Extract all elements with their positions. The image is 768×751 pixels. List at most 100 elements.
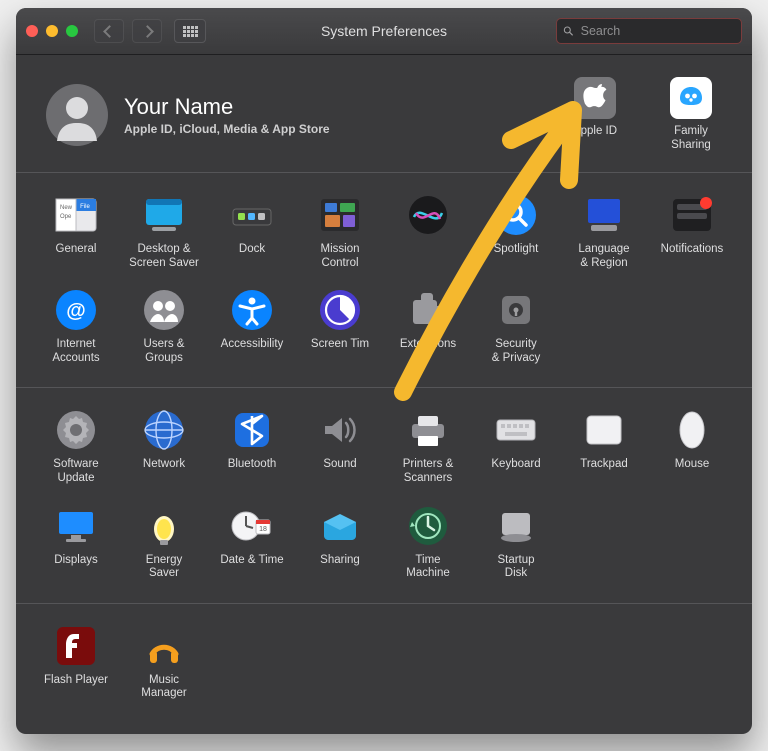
- pref-label: Mouse: [675, 458, 710, 484]
- pref-language[interactable]: Language & Region: [560, 191, 648, 276]
- pref-mission[interactable]: Mission Control: [296, 191, 384, 276]
- printers-scanners-icon: [406, 408, 450, 452]
- window-controls: [26, 25, 78, 37]
- pref-label: Displays: [54, 554, 97, 580]
- close-button[interactable]: [26, 25, 38, 37]
- pref-datetime[interactable]: 18 Date & Time: [208, 502, 296, 587]
- pref-printers[interactable]: Printers & Scanners: [384, 406, 472, 491]
- pref-label: General: [56, 243, 97, 269]
- pref-desktop[interactable]: Desktop & Screen Saver: [120, 191, 208, 276]
- pref-keyboard[interactable]: Keyboard: [472, 406, 560, 491]
- pref-label: Security & Privacy: [492, 338, 541, 365]
- pref-label: Sharing: [320, 554, 360, 580]
- apple-id-label: Apple ID: [560, 125, 630, 139]
- pref-network[interactable]: Network: [120, 406, 208, 491]
- siri-icon: [406, 193, 450, 237]
- pref-users[interactable]: Users & Groups: [120, 286, 208, 371]
- pref-label: Keyboard: [491, 458, 540, 484]
- search-icon: [563, 25, 574, 37]
- time-machine-icon: [406, 504, 450, 548]
- back-button[interactable]: [94, 19, 124, 43]
- pref-section: FileNewOpeGeneralDesktop & Screen SaverD…: [16, 172, 752, 387]
- account-text: Your Name Apple ID, iCloud, Media & App …: [124, 94, 330, 136]
- pref-label: Date & Time: [220, 554, 283, 580]
- apple-id-item[interactable]: Apple ID: [560, 77, 630, 139]
- svg-text:18: 18: [259, 526, 267, 533]
- pref-pane-grid: FileNewOpeGeneralDesktop & Screen SaverD…: [16, 172, 752, 723]
- zoom-button[interactable]: [66, 25, 78, 37]
- pref-section: Flash Player Music Manager: [16, 603, 752, 723]
- security-privacy-icon: [494, 288, 538, 332]
- internet-accounts-icon: @: [54, 288, 98, 332]
- pref-displays[interactable]: Displays: [32, 502, 120, 587]
- family-sharing-item[interactable]: Family Sharing: [656, 77, 726, 152]
- pref-label: Language & Region: [578, 243, 629, 270]
- pref-flash[interactable]: Flash Player: [32, 622, 120, 707]
- spotlight-icon: [494, 193, 538, 237]
- pref-label: Startup Disk: [497, 554, 534, 581]
- date-time-icon: 18: [230, 504, 274, 548]
- pref-bluetooth[interactable]: Bluetooth: [208, 406, 296, 491]
- show-all-button[interactable]: [174, 19, 206, 43]
- sound-icon: [318, 408, 362, 452]
- music-manager-icon: [142, 624, 186, 668]
- pref-mouse[interactable]: Mouse: [648, 406, 736, 491]
- pref-dock[interactable]: Dock: [208, 191, 296, 276]
- notifications-icon: [670, 193, 714, 237]
- pref-label: Users & Groups: [144, 338, 185, 365]
- titlebar: System Preferences: [16, 8, 752, 55]
- pref-accessibility[interactable]: Accessibility: [208, 286, 296, 371]
- svg-text:Ope: Ope: [60, 214, 72, 220]
- pref-trackpad[interactable]: Trackpad: [560, 406, 648, 491]
- pref-label: Spotlight: [494, 243, 539, 269]
- pref-security[interactable]: Security & Privacy: [472, 286, 560, 371]
- sharing-icon: [318, 504, 362, 548]
- screen-time-icon: [318, 288, 362, 332]
- pref-music[interactable]: Music Manager: [120, 622, 208, 707]
- pref-label: Time Machine: [406, 554, 449, 581]
- svg-text:File: File: [80, 204, 90, 210]
- apple-logo-icon: [574, 77, 616, 119]
- pref-startup[interactable]: Startup Disk: [472, 502, 560, 587]
- pref-siri[interactable]: [384, 191, 472, 276]
- desktop-screensaver-icon: [142, 193, 186, 237]
- family-sharing-label: Family Sharing: [656, 125, 726, 152]
- pref-extensions[interactable]: Extensions: [384, 286, 472, 371]
- search-input[interactable]: [579, 23, 735, 39]
- pref-label: Mission Control: [321, 243, 360, 270]
- bluetooth-icon: [230, 408, 274, 452]
- pref-sharing[interactable]: Sharing: [296, 502, 384, 587]
- avatar[interactable]: [46, 84, 108, 146]
- pref-notifications[interactable]: Notifications: [648, 191, 736, 276]
- pref-screentime[interactable]: Screen Tim: [296, 286, 384, 371]
- keyboard-icon: [494, 408, 538, 452]
- pref-label: Screen Tim: [311, 338, 369, 364]
- mouse-icon: [670, 408, 714, 452]
- pref-energy[interactable]: Energy Saver: [120, 502, 208, 587]
- forward-button[interactable]: [132, 19, 162, 43]
- pref-software[interactable]: Software Update: [32, 406, 120, 491]
- language-region-icon: [582, 193, 626, 237]
- pref-sound[interactable]: Sound: [296, 406, 384, 491]
- pref-label: Sound: [323, 458, 356, 484]
- pref-label: Dock: [239, 243, 265, 269]
- pref-timemachine[interactable]: Time Machine: [384, 502, 472, 587]
- pref-spotlight[interactable]: Spotlight: [472, 191, 560, 276]
- pref-internet[interactable]: @Internet Accounts: [32, 286, 120, 371]
- pref-label: Accessibility: [221, 338, 284, 364]
- pref-label: Music Manager: [141, 674, 186, 701]
- account-name: Your Name: [124, 94, 330, 120]
- family-sharing-icon: [670, 77, 712, 119]
- minimize-button[interactable]: [46, 25, 58, 37]
- pref-general[interactable]: FileNewOpeGeneral: [32, 191, 120, 276]
- mission-control-icon: [318, 193, 362, 237]
- pref-label: Trackpad: [580, 458, 628, 484]
- person-icon: [47, 85, 107, 145]
- search-field[interactable]: [556, 18, 742, 44]
- grid-icon: [183, 26, 198, 37]
- users-groups-icon: [142, 288, 186, 332]
- svg-text:@: @: [66, 300, 86, 322]
- flash-player-icon: [54, 624, 98, 668]
- account-header: Your Name Apple ID, iCloud, Media & App …: [16, 55, 752, 172]
- trackpad-icon: [582, 408, 626, 452]
